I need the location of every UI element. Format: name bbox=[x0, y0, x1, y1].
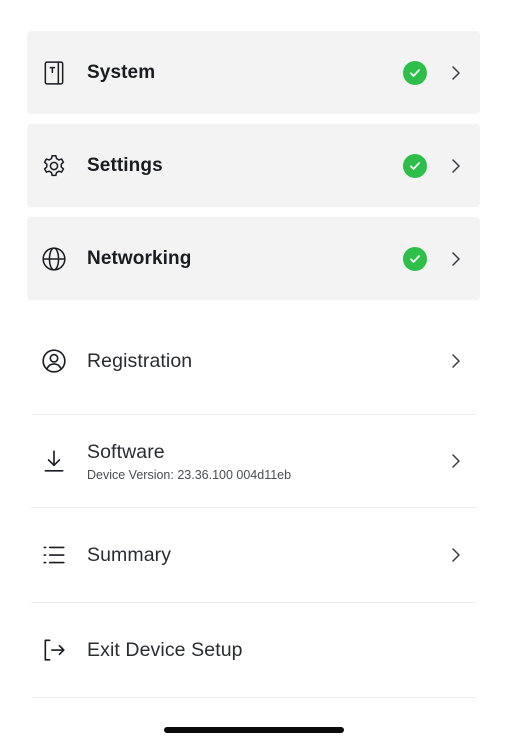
check-circle-icon bbox=[403, 153, 427, 178]
menu-item-software[interactable]: Software Device Version: 23.36.100 004d1… bbox=[31, 415, 476, 508]
chevron-right-icon bbox=[450, 65, 462, 81]
menu-item-label: Networking bbox=[87, 247, 192, 269]
download-icon bbox=[41, 448, 67, 474]
chevron-right-icon bbox=[450, 453, 462, 469]
menu-item-settings[interactable]: Settings bbox=[27, 124, 480, 207]
chevron-right-icon bbox=[450, 158, 462, 174]
check-circle-icon bbox=[403, 60, 427, 85]
menu-item-text: Networking bbox=[87, 248, 191, 270]
chevron-right-icon bbox=[450, 353, 462, 369]
check-circle-icon bbox=[403, 246, 427, 271]
menu-item-summary[interactable]: Summary bbox=[31, 508, 476, 603]
device-version-text: Device Version: 23.36.100 004d11eb bbox=[87, 467, 292, 482]
menu-item-label: Settings bbox=[87, 154, 163, 176]
menu-item-text: Registration bbox=[87, 350, 192, 373]
menu-item-text: Software Device Version: 23.36.100 004d1… bbox=[87, 441, 291, 482]
list-icon bbox=[41, 542, 67, 568]
menu-item-label: Software bbox=[87, 440, 165, 463]
device-setup-menu: System Settings Networking Registration … bbox=[27, 31, 480, 698]
menu-item-text: Settings bbox=[87, 155, 163, 177]
user-circle-icon bbox=[41, 348, 67, 374]
exit-icon bbox=[41, 637, 67, 663]
gear-icon bbox=[41, 153, 67, 179]
menu-item-label: Summary bbox=[87, 543, 172, 566]
home-indicator bbox=[164, 727, 344, 733]
menu-item-networking[interactable]: Networking bbox=[27, 217, 480, 300]
menu-item-label: Registration bbox=[87, 349, 193, 372]
chevron-right-icon bbox=[450, 547, 462, 563]
menu-item-system[interactable]: System bbox=[27, 31, 480, 114]
exit-device-setup-button[interactable]: Exit Device Setup bbox=[31, 603, 476, 698]
tablet-icon bbox=[41, 60, 67, 86]
globe-icon bbox=[41, 246, 67, 272]
menu-item-text: System bbox=[87, 62, 155, 84]
menu-item-label: Exit Device Setup bbox=[87, 638, 243, 661]
menu-item-text: Summary bbox=[87, 544, 171, 567]
menu-item-registration[interactable]: Registration bbox=[31, 308, 476, 415]
menu-item-text: Exit Device Setup bbox=[87, 639, 243, 662]
chevron-right-icon bbox=[450, 251, 462, 267]
menu-item-label: System bbox=[87, 61, 156, 83]
